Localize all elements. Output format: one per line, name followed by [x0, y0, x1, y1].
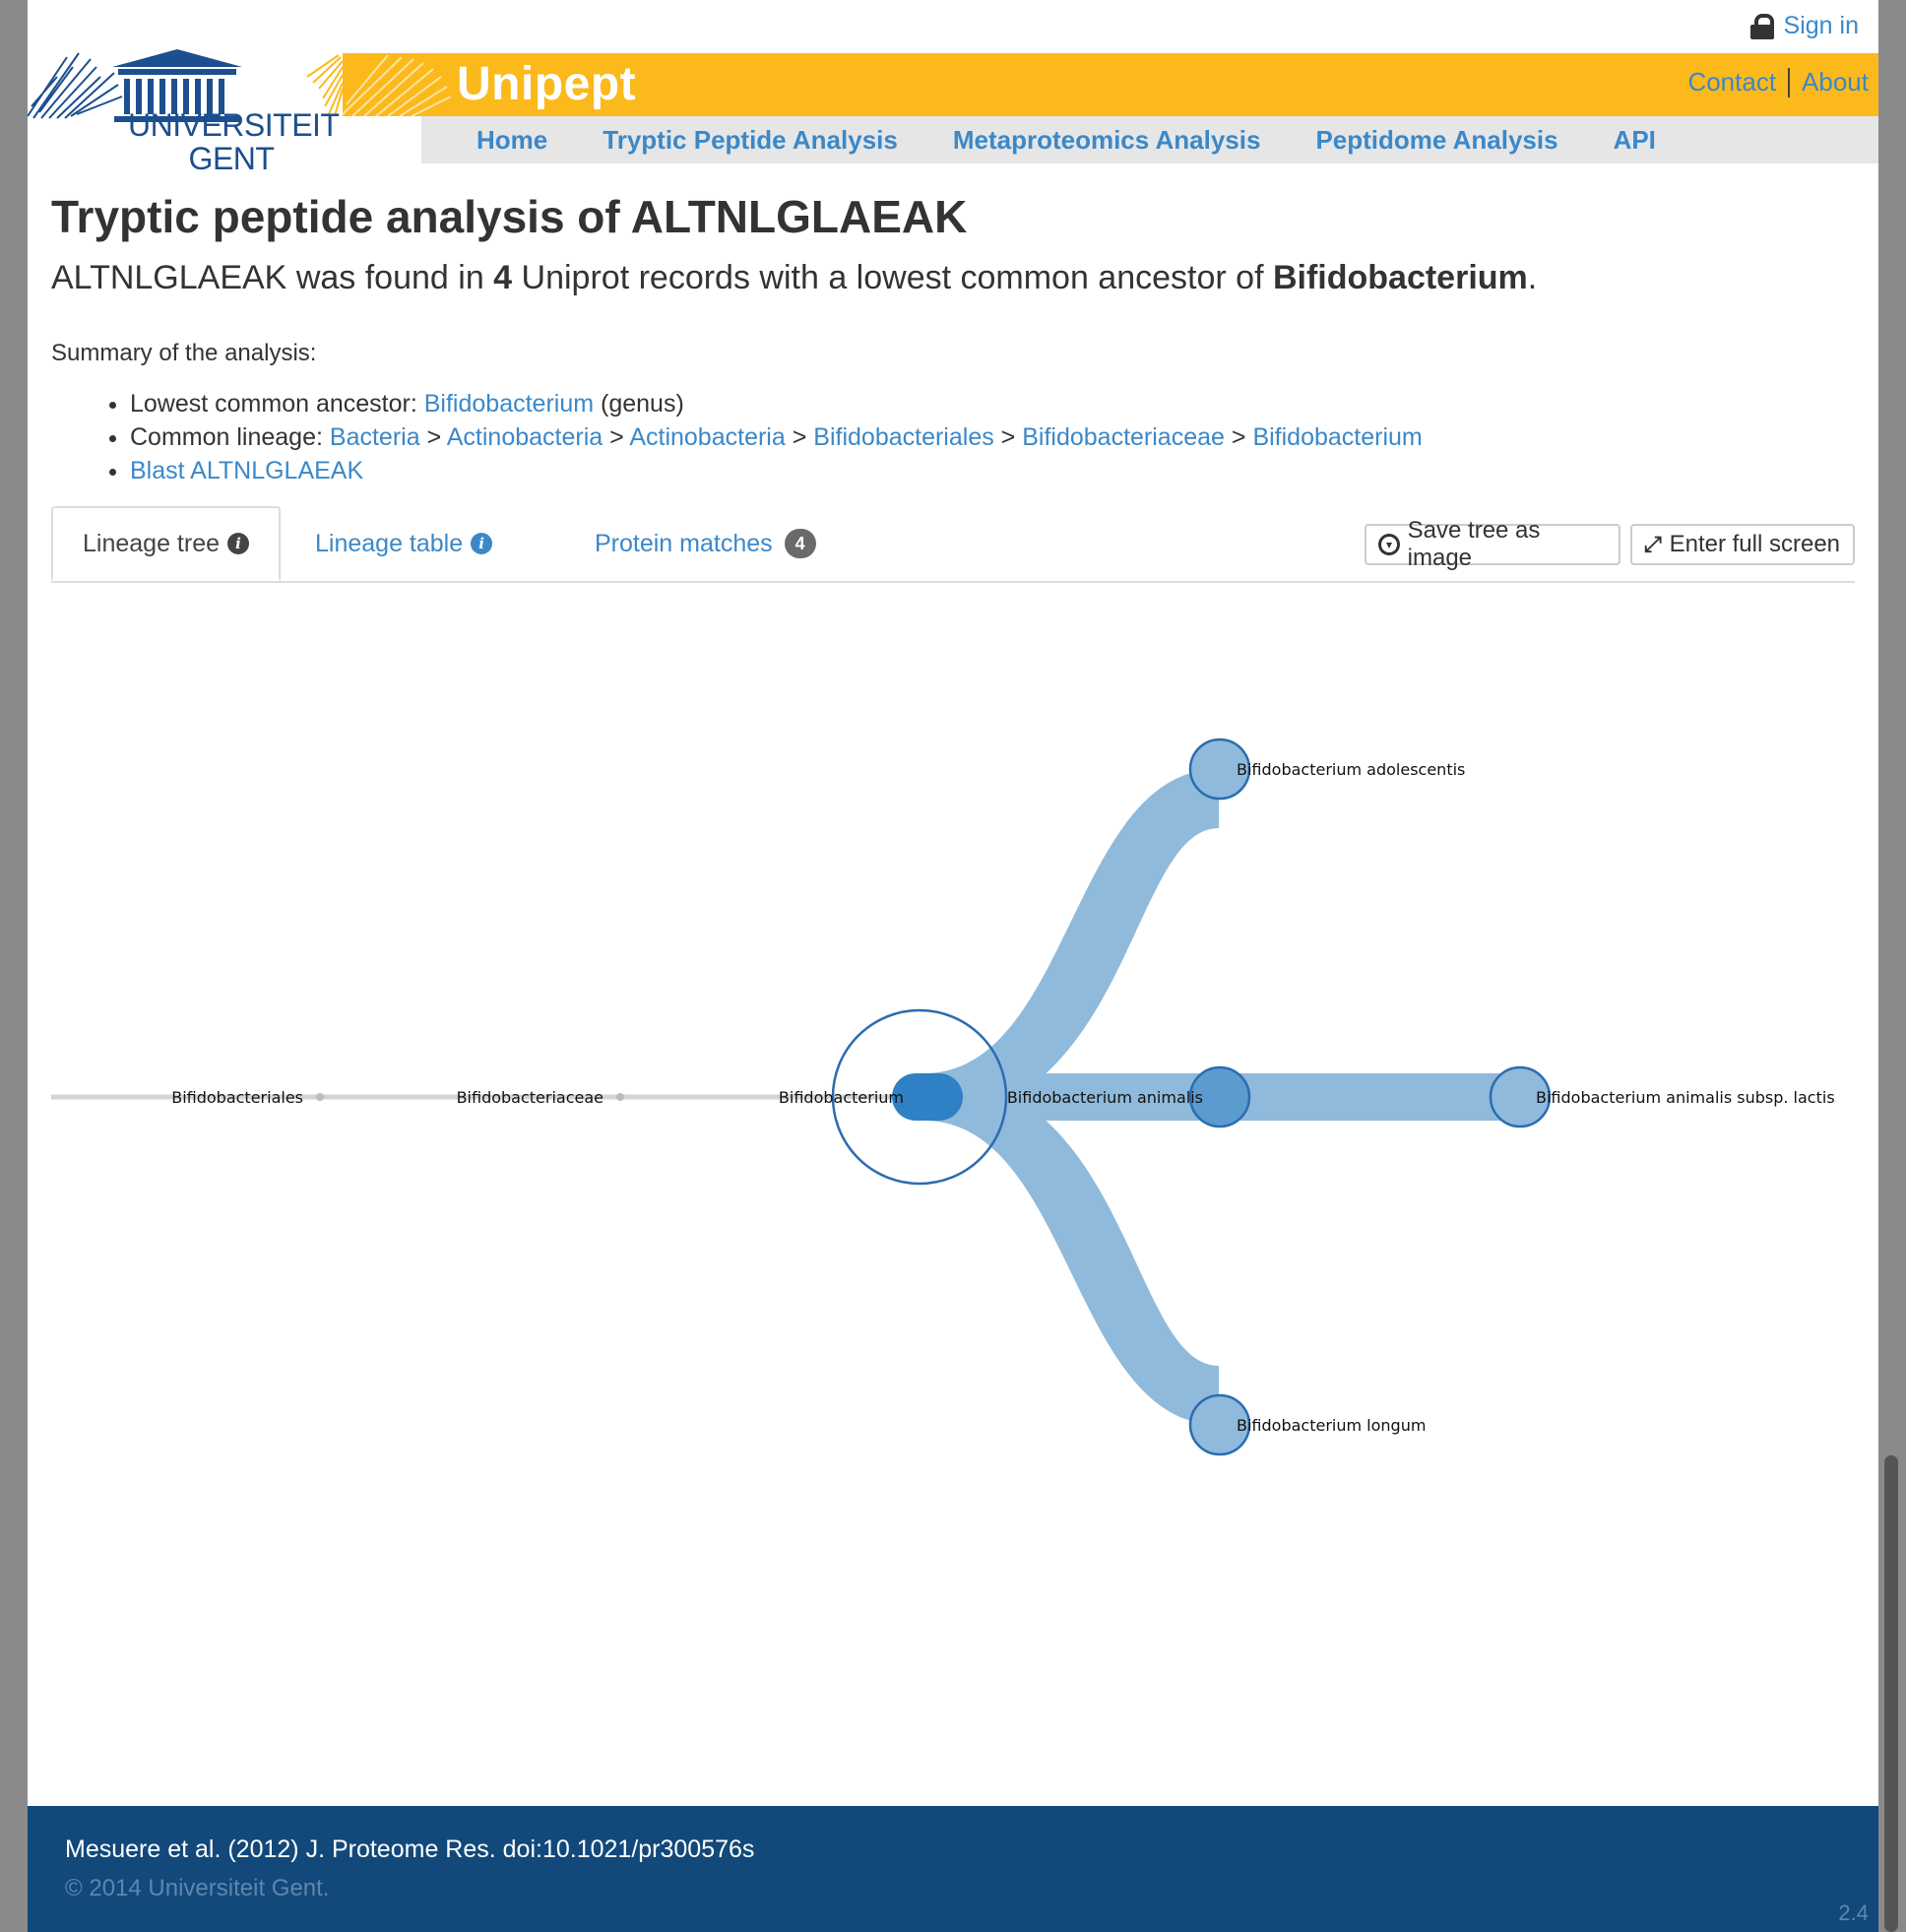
university-line-2: GENT: [188, 141, 275, 176]
tree-label-bifidobacterium: Bifidobacterium: [779, 1088, 904, 1107]
peptide-sequence: ALTNLGLAEAK: [51, 259, 287, 296]
summary-list: Lowest common ancestor: Bifidobacterium …: [51, 387, 1423, 487]
lca-label: Lowest common ancestor:: [130, 390, 424, 418]
copyright: © 2014 Universiteit Gent.: [65, 1875, 330, 1901]
main-nav: Home Tryptic Peptide Analysis Metaproteo…: [421, 116, 1878, 163]
lineage-separator: >: [792, 423, 807, 451]
lca-name: Bifidobacterium: [1272, 259, 1528, 296]
tree-label-bifidobacteriaceae: Bifidobacteriaceae: [457, 1088, 604, 1107]
save-tree-label: Save tree as image: [1407, 517, 1541, 571]
vertical-scrollbar[interactable]: [1884, 1455, 1898, 1932]
tree-label-bifidobacteriales: Bifidobacteriales: [171, 1088, 303, 1107]
tab-label: Protein matches: [595, 530, 773, 557]
universiteit-gent-logo[interactable]: UNIVERSITEIT GENT: [28, 28, 344, 176]
lineage-separator: >: [426, 423, 442, 451]
tab-protein-matches[interactable]: Protein matches 4: [565, 506, 846, 581]
lineage-link-actinobacteria-phylum[interactable]: Actinobacteria: [447, 423, 603, 451]
tree-label-animalis: Bifidobacterium animalis: [1007, 1088, 1203, 1107]
lineage-separator: >: [1231, 423, 1246, 451]
lineage-tree: Bifidobacteriales Bifidobacteriaceae Bif…: [51, 738, 1835, 1456]
fullscreen-button[interactable]: ⤢ Enter full screen: [1630, 524, 1855, 565]
lead-text-2: Uniprot records with a lowest common anc…: [512, 259, 1273, 296]
lca-item: Lowest common ancestor: Bifidobacterium …: [130, 387, 1423, 420]
nav-api[interactable]: API: [1614, 125, 1656, 156]
sign-in-label: Sign in: [1783, 12, 1859, 39]
version-number: 2.4: [1838, 1900, 1869, 1925]
blast-item: Blast ALTNLGLAEAK: [130, 454, 1423, 487]
tab-label: Lineage table: [315, 530, 464, 557]
nav-peptidome-analysis[interactable]: Peptidome Analysis: [1315, 125, 1557, 156]
lca-link[interactable]: Bifidobacterium: [424, 390, 594, 418]
link-divider: [1788, 67, 1791, 97]
footer: Mesuere et al. (2012) J. Proteome Res. d…: [28, 1806, 1878, 1932]
download-icon: [1378, 534, 1400, 555]
lineage-link-actinobacteria-class[interactable]: Actinobacteria: [629, 423, 785, 451]
lead-text: was found in: [286, 259, 494, 296]
lock-icon: [1749, 13, 1774, 39]
lineage-link-bifidobacteriaceae[interactable]: Bifidobacteriaceae: [1022, 423, 1225, 451]
contact-link[interactable]: Contact: [1687, 67, 1776, 97]
blast-link[interactable]: Blast ALTNLGLAEAK: [130, 457, 363, 484]
summary-label: Summary of the analysis:: [51, 340, 317, 366]
tree-label-adolescentis: Bifidobacterium adolescentis: [1237, 760, 1465, 779]
result-summary: ALTNLGLAEAK was found in 4 Uniprot recor…: [51, 259, 1537, 297]
lineage-link-bifidobacterium[interactable]: Bifidobacterium: [1252, 423, 1422, 451]
university-line-1: UNIVERSITEIT: [128, 107, 340, 143]
tree-label-lactis: Bifidobacterium animalis subsp. lactis: [1536, 1088, 1835, 1107]
tree-node-bifidobacteriaceae[interactable]: [616, 1093, 624, 1101]
nav-metaproteomics-analysis[interactable]: Metaproteomics Analysis: [953, 125, 1261, 156]
protein-count-badge: 4: [784, 529, 816, 558]
info-icon[interactable]: i: [471, 533, 493, 554]
page: Sign in UNIVERSITEIT GENT Unipept Contac…: [28, 0, 1878, 1932]
tree-node-bifidobacteriales[interactable]: [316, 1093, 324, 1101]
expand-icon: ⤢: [1644, 532, 1662, 556]
info-icon[interactable]: i: [227, 533, 250, 554]
fullscreen-label: Enter full screen: [1669, 531, 1841, 557]
tab-lineage-tree[interactable]: Lineage tree i: [51, 506, 282, 581]
link-animalis-lactis: [1219, 1073, 1518, 1121]
about-link[interactable]: About: [1802, 67, 1869, 97]
sign-in-link[interactable]: Sign in: [1749, 12, 1859, 40]
lca-rank: (genus): [594, 390, 684, 418]
lineage-label: Common lineage:: [130, 423, 330, 451]
lineage-item: Common lineage: Bacteria > Actinobacteri…: [130, 420, 1423, 454]
nav-tryptic-peptide-analysis[interactable]: Tryptic Peptide Analysis: [603, 125, 898, 156]
tab-label: Lineage tree: [83, 530, 221, 557]
lineage-separator: >: [1000, 423, 1016, 451]
link-genus-longum: [923, 1073, 1219, 1425]
brand-link[interactable]: Unipept: [457, 53, 636, 116]
top-links: Contact About: [1687, 67, 1869, 97]
lineage-separator: >: [609, 423, 624, 451]
lineage-link-bacteria[interactable]: Bacteria: [330, 423, 420, 451]
tree-label-longum: Bifidobacterium longum: [1237, 1416, 1426, 1435]
nav-home[interactable]: Home: [476, 125, 547, 156]
tab-lineage-table[interactable]: Lineage table i: [286, 506, 522, 581]
citation[interactable]: Mesuere et al. (2012) J. Proteome Res. d…: [65, 1835, 754, 1864]
page-title: Tryptic peptide analysis of ALTNLGLAEAK: [51, 191, 968, 242]
link-genus-adolescentis: [923, 769, 1219, 1121]
record-count: 4: [493, 259, 513, 296]
grass-decoration: [343, 54, 451, 116]
lead-end: .: [1527, 259, 1538, 296]
university-name: UNIVERSITEIT GENT: [128, 107, 340, 176]
lineage-link-bifidobacteriales[interactable]: Bifidobacteriales: [813, 423, 993, 451]
save-tree-button[interactable]: Save tree as image: [1365, 517, 1620, 571]
